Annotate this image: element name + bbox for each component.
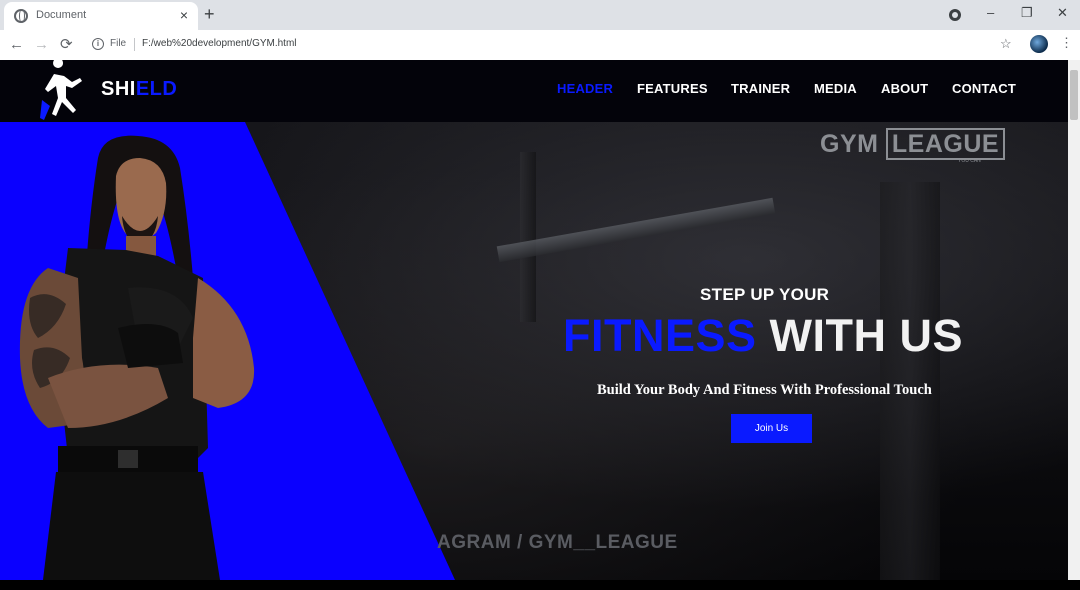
nav-header[interactable]: HEADER [557, 81, 613, 96]
site-navbar: SHIELD HEADER FEATURES TRAINER MEDIA ABO… [0, 60, 1068, 122]
tab-strip: Document × + – ❐ ✕ [0, 0, 1080, 30]
divider [134, 38, 135, 51]
bottom-strip [0, 580, 1080, 590]
site-logo[interactable]: SHIELD [101, 78, 177, 101]
instagram-handle[interactable]: AGRAM / GYM__LEAGUE [437, 532, 678, 554]
record-icon[interactable] [949, 9, 961, 21]
hero-subline: Build Your Body And Fitness With Profess… [597, 382, 932, 398]
gym-background-barbell [496, 197, 776, 263]
hero-headline: FITNESS WITH US [563, 310, 963, 362]
runner-logo-icon [40, 60, 82, 120]
nav-trainer[interactable]: TRAINER [731, 81, 790, 96]
close-window-button[interactable]: ✕ [1057, 5, 1068, 21]
athlete-image [19, 135, 255, 580]
address-bar[interactable]: i File F:/web%20development/GYM.html [84, 34, 1024, 56]
more-menu-icon[interactable]: ⋮ [1060, 35, 1073, 51]
nav-contact[interactable]: CONTACT [952, 81, 1016, 96]
logo-part-white: SHI [101, 78, 136, 100]
profile-avatar-icon[interactable] [1030, 35, 1048, 53]
nav-about[interactable]: ABOUT [881, 81, 928, 96]
headline-white: WITH US [769, 310, 964, 361]
nav-features[interactable]: FEATURES [637, 81, 708, 96]
page-scrollbar[interactable] [1068, 60, 1080, 580]
watermark-subtext: YOU CAN [958, 158, 981, 164]
browser-tab[interactable]: Document × [4, 2, 198, 30]
tab-title: Document [36, 9, 87, 21]
nav-media[interactable]: MEDIA [814, 81, 857, 96]
logo-part-blue: ELD [135, 78, 178, 100]
globe-icon [14, 9, 28, 23]
scrollbar-thumb[interactable] [1070, 70, 1078, 120]
minimize-button[interactable]: – [987, 5, 994, 20]
browser-toolbar: ← → ⟳ i File F:/web%20development/GYM.ht… [0, 30, 1080, 60]
reload-icon[interactable]: ⟳ [60, 36, 73, 53]
bookmark-star-icon[interactable]: ☆ [1000, 36, 1012, 52]
headline-blue: FITNESS [563, 310, 757, 361]
info-icon[interactable]: i [92, 38, 104, 50]
watermark-right: LEAGUE [885, 128, 1006, 160]
gym-background-post [880, 182, 940, 580]
new-tab-button[interactable]: + [204, 5, 215, 23]
file-label: File [110, 38, 127, 49]
page-viewport: SHIELD HEADER FEATURES TRAINER MEDIA ABO… [0, 60, 1068, 580]
hero-eyebrow: STEP UP YOUR [700, 285, 830, 304]
join-us-button[interactable]: Join Us [731, 414, 812, 443]
back-arrow-icon[interactable]: ← [9, 36, 24, 53]
gym-background-rack [520, 152, 536, 322]
forward-arrow-icon[interactable]: → [34, 36, 49, 53]
hero-section: GYM LEAGUE YOU CAN STEP UP YOUR FITNESS … [0, 122, 1068, 580]
gym-league-watermark: GYM LEAGUE [820, 128, 1006, 160]
restore-button[interactable]: ❐ [1021, 5, 1033, 21]
url-text[interactable]: F:/web%20development/GYM.html [142, 38, 297, 49]
watermark-left: GYM [820, 130, 879, 158]
tab-close-icon[interactable]: × [180, 7, 188, 23]
browser-chrome: Document × + – ❐ ✕ ← → ⟳ i File F:/web%2… [0, 0, 1080, 60]
